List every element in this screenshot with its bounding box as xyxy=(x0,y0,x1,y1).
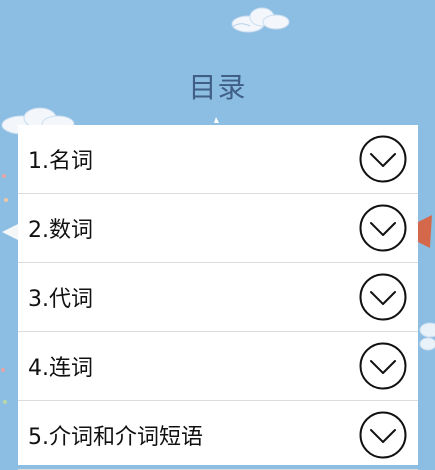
dot-decoration xyxy=(1,368,5,372)
toc-item-4[interactable]: 4.连词 xyxy=(18,332,418,401)
cloud-icon xyxy=(419,322,435,351)
kite-shape xyxy=(418,215,432,248)
toc-item-label: 5.介词和介词短语 xyxy=(28,425,203,450)
dot-decoration xyxy=(4,198,8,202)
chevron-down-circle-icon[interactable] xyxy=(358,203,408,253)
page-title: 目录 xyxy=(188,71,247,104)
dot-decoration xyxy=(3,400,7,404)
toc-list: 1.名词 2.数词 3.代词 4.连词 5.介词和介词短语 xyxy=(18,125,418,470)
cloud-icon xyxy=(231,7,290,33)
toc-item-label: 2.数词 xyxy=(28,218,93,243)
chevron-down-circle-icon[interactable] xyxy=(358,272,408,322)
toc-item-label: 1.名词 xyxy=(28,149,93,174)
toc-item-2[interactable]: 2.数词 xyxy=(18,194,418,263)
toc-item-label: 4.连词 xyxy=(28,356,93,381)
toc-item-label: 3.代词 xyxy=(28,287,93,312)
dot-decoration xyxy=(2,174,6,178)
toc-item-1[interactable]: 1.名词 xyxy=(18,125,418,194)
star-icon xyxy=(214,117,219,123)
chevron-down-circle-icon[interactable] xyxy=(358,134,408,184)
chevron-down-circle-icon[interactable] xyxy=(358,341,408,391)
chevron-down-circle-icon[interactable] xyxy=(358,410,408,460)
toc-item-3[interactable]: 3.代词 xyxy=(18,263,418,332)
toc-item-5[interactable]: 5.介词和介词短语 xyxy=(18,401,418,470)
arrow-shape xyxy=(2,224,18,240)
